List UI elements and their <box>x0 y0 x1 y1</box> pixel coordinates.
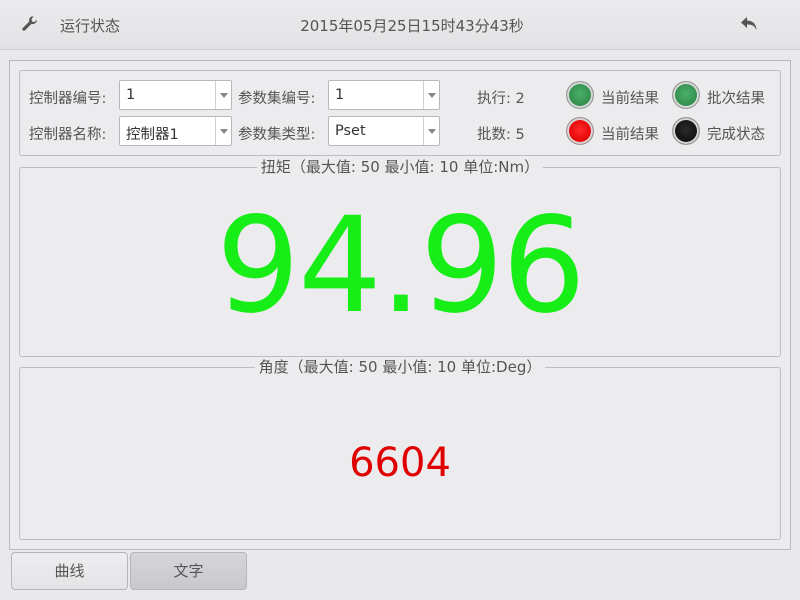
paramset-type-label: 参数集类型: <box>238 127 316 143</box>
exec-count: 执行: 2 <box>477 91 525 107</box>
angle-group: 角度（最大值: 50 最小值: 10 单位:Deg） 6604 <box>19 358 781 540</box>
controller-name-select[interactable]: 控制器1 <box>119 116 232 146</box>
current-result-led-2 <box>566 117 594 145</box>
back-arrow-icon[interactable] <box>738 13 762 35</box>
title-bar: 运行状态 2015年05月25日15时43分43秒 <box>0 0 800 50</box>
chevron-down-icon[interactable] <box>215 81 231 109</box>
completion-status-led <box>672 117 700 145</box>
paramset-type-value: Pset <box>335 123 366 139</box>
chevron-down-icon[interactable] <box>215 117 231 145</box>
tab-curve[interactable]: 曲线 <box>11 552 128 590</box>
completion-status-label: 完成状态 <box>707 127 765 143</box>
paramset-no-label: 参数集编号: <box>238 91 316 107</box>
current-result-label-2: 当前结果 <box>601 127 659 143</box>
current-result-label: 当前结果 <box>601 91 659 107</box>
torque-value: 94.96 <box>216 189 586 343</box>
controller-no-label: 控制器编号: <box>29 91 107 107</box>
controller-name-label: 控制器名称: <box>29 127 107 143</box>
chevron-down-icon[interactable] <box>423 81 439 109</box>
paramset-no-select[interactable]: 1 <box>328 80 440 110</box>
torque-group: 扭矩（最大值: 50 最小值: 10 单位:Nm） 94.96 <box>19 158 781 357</box>
batch-result-led <box>672 81 700 109</box>
controller-no-select[interactable]: 1 <box>119 80 232 110</box>
datetime-display: 2015年05月25日15时43分43秒 <box>300 17 524 35</box>
controller-name-value: 控制器1 <box>126 127 179 143</box>
paramset-no-value: 1 <box>335 87 345 103</box>
chevron-down-icon[interactable] <box>423 117 439 145</box>
angle-legend: 角度（最大值: 50 最小值: 10 单位:Deg） <box>254 358 546 376</box>
tab-text[interactable]: 文字 <box>130 552 247 590</box>
batch-result-label: 批次结果 <box>707 91 765 107</box>
angle-value: 6604 <box>349 440 451 486</box>
torque-legend: 扭矩（最大值: 50 最小值: 10 单位:Nm） <box>256 158 544 176</box>
current-result-led <box>566 81 594 109</box>
paramset-type-select[interactable]: Pset <box>328 116 440 146</box>
batch-count: 批数: 5 <box>477 127 525 143</box>
controller-no-value: 1 <box>126 87 136 103</box>
